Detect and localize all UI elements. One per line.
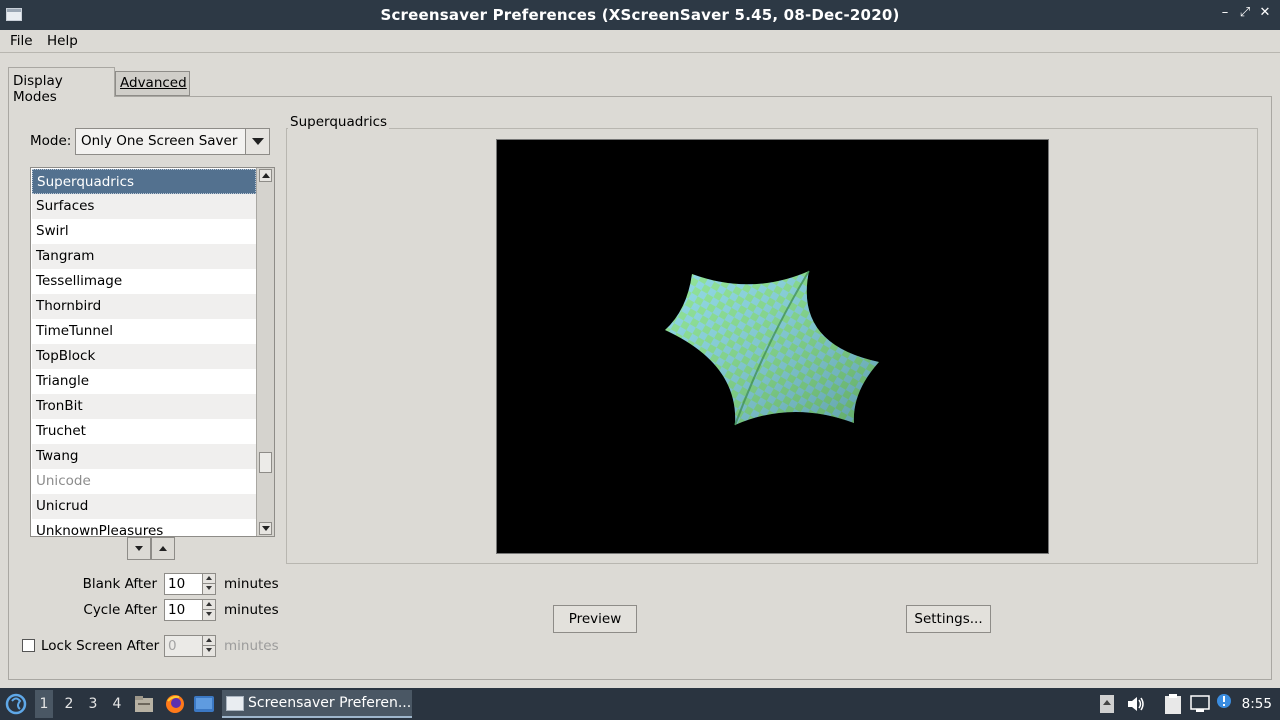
menu-file-label: File <box>10 33 33 49</box>
list-item[interactable]: UnknownPleasures <box>32 519 256 536</box>
list-item[interactable]: Swirl <box>32 219 256 244</box>
menu-help[interactable]: Help <box>47 33 78 49</box>
file-manager-icon[interactable] <box>134 694 154 718</box>
list-item[interactable]: Tessellimage <box>32 269 256 294</box>
blank-after-unit: minutes <box>224 576 279 592</box>
taskbar: 1 2 3 4 Screensaver Preferen... 8:55 <box>0 688 1280 720</box>
spin-down-icon <box>202 646 215 656</box>
preview-frame-title: Superquadrics <box>288 114 390 130</box>
preview-button[interactable]: Preview <box>553 605 637 633</box>
spin-up-icon[interactable] <box>202 574 215 584</box>
list-item[interactable]: Unicode <box>32 469 256 494</box>
menu-help-label: Help <box>47 33 78 49</box>
spin-up-icon <box>202 636 215 646</box>
list-item[interactable]: Triangle <box>32 369 256 394</box>
tab-display-modes[interactable]: Display Modes <box>8 67 115 105</box>
volume-icon[interactable] <box>1126 695 1146 717</box>
cycle-after-label: Cycle After <box>83 602 157 618</box>
network-icon[interactable] <box>1190 695 1210 717</box>
menu-file[interactable]: File <box>10 33 33 49</box>
settings-button[interactable]: Settings... <box>906 605 991 633</box>
scroll-down-icon[interactable] <box>259 522 272 535</box>
mode-dropdown-value: Only One Screen Saver <box>81 133 238 149</box>
lock-screen-checkbox[interactable] <box>22 639 35 652</box>
scroll-thumb[interactable] <box>259 452 272 474</box>
cycle-after-unit: minutes <box>224 602 279 618</box>
app-window-icon <box>226 696 244 711</box>
taskbar-app-title: Screensaver Preferen... <box>248 695 412 711</box>
list-item[interactable]: Unicrud <box>32 494 256 519</box>
mode-dropdown[interactable]: Only One Screen Saver <box>75 128 270 155</box>
maximize-icon[interactable]: ⤢ <box>1236 5 1254 20</box>
firefox-icon[interactable] <box>164 693 186 719</box>
chevron-down-icon[interactable] <box>245 129 269 154</box>
list-item[interactable]: TimeTunnel <box>32 319 256 344</box>
lock-screen-label[interactable]: Lock Screen After <box>41 638 159 654</box>
clipboard-icon[interactable] <box>1164 693 1182 719</box>
list-item[interactable]: Superquadrics <box>32 169 256 194</box>
list-item[interactable]: Thornbird <box>32 294 256 319</box>
lock-after-spinner: 0 <box>164 635 216 657</box>
spin-up-icon[interactable] <box>202 600 215 610</box>
mode-label: Mode: <box>30 133 72 149</box>
close-icon[interactable]: ✕ <box>1256 5 1274 20</box>
move-down-button[interactable] <box>127 537 151 560</box>
blank-after-label: Blank After <box>82 576 157 592</box>
move-up-button[interactable] <box>151 537 175 560</box>
menubar: File Help <box>0 30 1280 53</box>
list-item[interactable]: Truchet <box>32 419 256 444</box>
spin-down-icon[interactable] <box>202 584 215 594</box>
start-menu-icon[interactable] <box>3 692 29 716</box>
superquadric-shape <box>665 270 879 426</box>
notification-icon[interactable] <box>1215 692 1235 716</box>
workspace-1[interactable]: 1 <box>35 690 53 718</box>
list-scrollbar[interactable] <box>256 168 274 536</box>
list-item[interactable]: Surfaces <box>32 194 256 219</box>
tab-advanced[interactable]: Advanced <box>115 71 190 96</box>
usb-icon[interactable] <box>1099 694 1115 718</box>
list-item[interactable]: Twang <box>32 444 256 469</box>
workspace-3[interactable]: 3 <box>84 696 102 712</box>
cycle-after-spinner[interactable]: 10 <box>164 599 216 621</box>
blank-after-value: 10 <box>168 576 186 592</box>
taskbar-app-screensaver[interactable]: Screensaver Preferen... <box>222 690 412 718</box>
spin-down-icon[interactable] <box>202 610 215 620</box>
clock: 8:55 <box>1241 696 1272 712</box>
workspace-4[interactable]: 4 <box>108 696 126 712</box>
workspace-2[interactable]: 2 <box>60 696 78 712</box>
list-item[interactable]: TopBlock <box>32 344 256 369</box>
show-desktop-icon[interactable] <box>193 694 215 718</box>
lock-after-unit: minutes <box>224 638 279 654</box>
window-title: Screensaver Preferences (XScreenSaver 5.… <box>380 6 900 24</box>
list-item[interactable]: Tangram <box>32 244 256 269</box>
list-item[interactable]: TronBit <box>32 394 256 419</box>
window-titlebar[interactable]: Screensaver Preferences (XScreenSaver 5.… <box>0 0 1280 30</box>
cycle-after-value: 10 <box>168 602 186 618</box>
blank-after-spinner[interactable]: 10 <box>164 573 216 595</box>
screensaver-list[interactable]: Superquadrics Surfaces Swirl Tangram Tessell… <box>30 167 275 537</box>
minimize-icon[interactable]: – <box>1216 5 1234 20</box>
scroll-up-icon[interactable] <box>259 169 272 182</box>
preview-canvas <box>496 139 1049 554</box>
lock-after-value: 0 <box>168 638 177 654</box>
